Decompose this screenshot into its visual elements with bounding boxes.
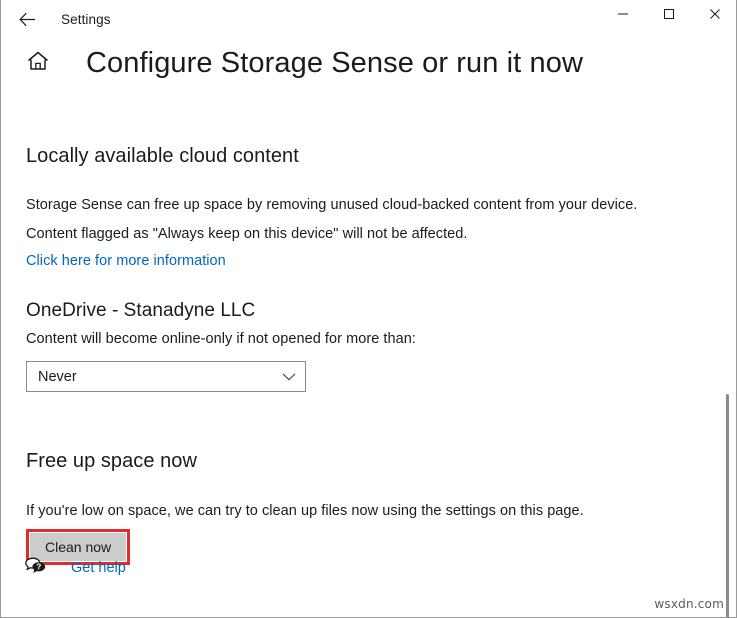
dropdown-selected-value: Never — [38, 369, 77, 385]
page-title: Configure Storage Sense or run it now — [86, 47, 583, 80]
app-title: Settings — [61, 12, 111, 27]
maximize-icon — [663, 7, 675, 25]
page-header: Configure Storage Sense or run it now — [1, 46, 583, 80]
window-controls — [600, 0, 737, 32]
onedrive-account-description: Content will become online-only if not o… — [26, 329, 701, 349]
vertical-scrollbar-thumb[interactable] — [726, 394, 729, 618]
close-icon — [709, 7, 721, 25]
settings-window: Settings — [0, 0, 737, 618]
section-heading-cloud-content: Locally available cloud content — [26, 142, 701, 170]
vertical-scrollbar-track[interactable] — [722, 38, 734, 618]
home-icon — [27, 51, 49, 76]
minimize-icon — [617, 7, 629, 25]
cloud-content-description-1: Storage Sense can free up space by remov… — [26, 195, 701, 215]
watermark: wsxdn.com — [654, 597, 724, 611]
chevron-down-icon — [282, 372, 296, 381]
home-button[interactable] — [21, 46, 55, 80]
back-arrow-icon — [19, 12, 36, 27]
settings-content: Locally available cloud content Storage … — [1, 120, 701, 565]
free-up-space-description: If you're low on space, we can try to cl… — [26, 501, 701, 521]
get-help-link[interactable]: Get help — [71, 560, 126, 576]
footer: ? Get help — [23, 556, 126, 580]
close-button[interactable] — [692, 0, 737, 32]
title-bar: Settings — [1, 0, 737, 38]
onedrive-account-name: OneDrive - Stanadyne LLC — [26, 298, 701, 324]
svg-text:?: ? — [36, 562, 41, 571]
more-information-link[interactable]: Click here for more information — [26, 251, 226, 271]
minimize-button[interactable] — [600, 0, 646, 32]
cloud-content-description-2: Content flagged as "Always keep on this … — [26, 224, 701, 244]
get-help-icon-wrap: ? — [23, 556, 49, 580]
online-only-threshold-dropdown[interactable]: Never — [26, 361, 306, 392]
section-heading-free-up-space: Free up space now — [26, 447, 701, 475]
maximize-button[interactable] — [646, 0, 692, 32]
help-speech-bubble-icon: ? — [24, 556, 48, 581]
back-button[interactable] — [7, 3, 47, 35]
